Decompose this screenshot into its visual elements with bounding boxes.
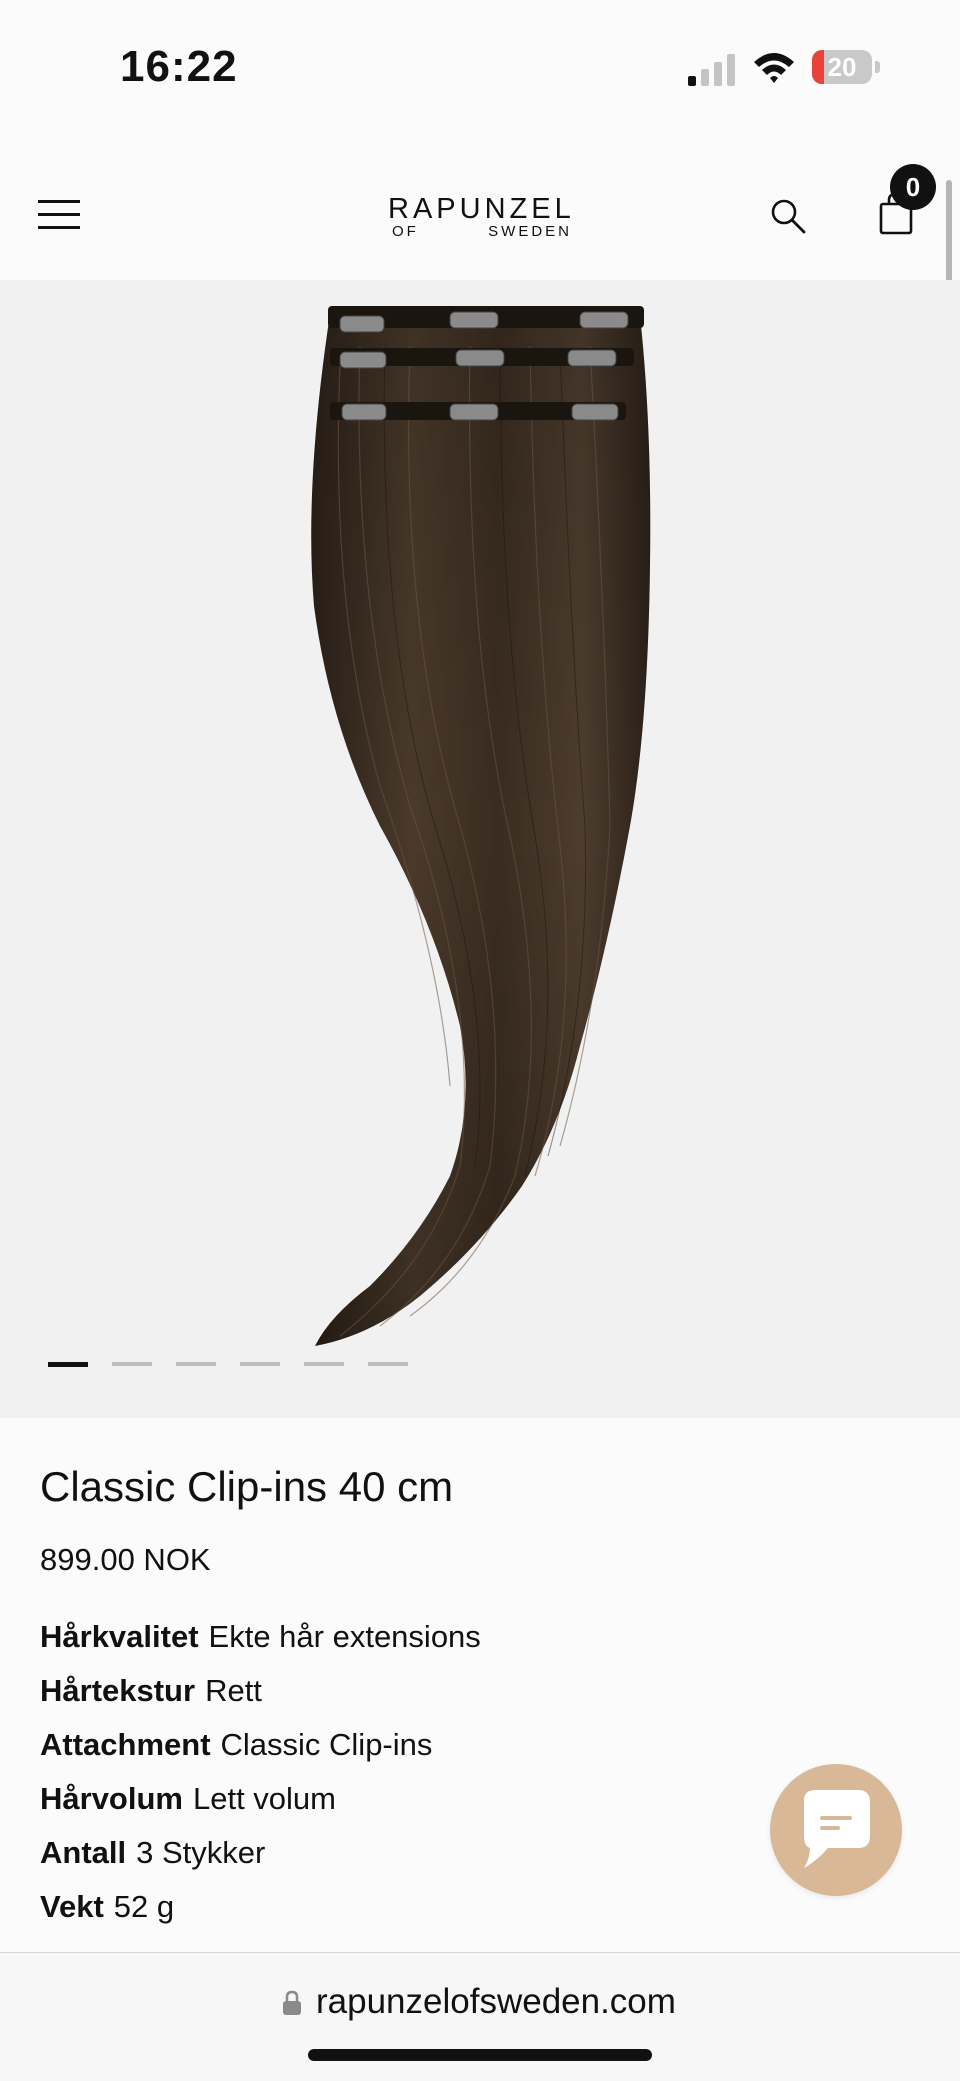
spec-label: Vekt — [40, 1889, 104, 1924]
spec-value: Lett volum — [192, 1781, 336, 1816]
battery-percent: 20 — [827, 52, 857, 82]
spec-label: Attachment — [40, 1727, 211, 1762]
lock-icon — [283, 1990, 301, 2015]
spec-label: Hårvolum — [40, 1781, 183, 1816]
product-title: Classic Clip-ins 40 cm — [40, 1463, 454, 1510]
spec-label: Hårkvalitet — [40, 1619, 199, 1654]
gallery-pagination — [48, 1362, 408, 1368]
status-time: 16:22 — [120, 42, 238, 91]
menu-icon-line — [38, 200, 80, 203]
gallery-dot[interactable] — [304, 1362, 344, 1366]
product-price: 899.00 NOK — [40, 1542, 211, 1577]
spec-value: Ekte hår extensions — [208, 1619, 481, 1654]
battery-body: 20 — [812, 50, 872, 84]
cellular-signal-icon — [688, 54, 735, 86]
spec-label: Hårtekstur — [40, 1673, 196, 1708]
menu-icon-line — [38, 226, 80, 229]
gallery-dot[interactable] — [176, 1362, 216, 1366]
gallery-dot[interactable] — [368, 1362, 408, 1366]
logo-sub-right: SWEDEN — [488, 223, 572, 240]
chat-bubble-icon — [804, 1790, 870, 1868]
home-indicator[interactable] — [308, 2049, 652, 2061]
spec-row: Hårtekstur Rett — [40, 1664, 920, 1718]
site-header: RAPUNZEL OF SWEDEN 0 — [0, 140, 960, 280]
logo-sub-text: OF SWEDEN — [388, 224, 572, 240]
gallery-dot[interactable] — [48, 1362, 88, 1367]
logo-sub-left: OF — [392, 223, 419, 240]
product-image-hair-extension[interactable] — [260, 306, 680, 1366]
brand-logo[interactable]: RAPUNZEL OF SWEDEN — [388, 194, 572, 244]
gallery-dot[interactable] — [112, 1362, 152, 1366]
spec-value: 3 Stykker — [136, 1835, 266, 1870]
browser-url-bar: rapunzelofsweden.com — [0, 1952, 960, 2081]
spec-row: Hårkvalitet Ekte hår extensions — [40, 1610, 920, 1664]
status-bar: 16:22 20 — [0, 0, 960, 140]
battery-indicator: 20 — [812, 50, 882, 86]
url-text[interactable]: rapunzelofsweden.com — [316, 1979, 676, 2025]
battery-cap — [875, 61, 880, 73]
chat-button[interactable] — [770, 1764, 902, 1896]
menu-button[interactable] — [38, 200, 80, 230]
search-icon[interactable] — [768, 196, 808, 236]
gallery-dot[interactable] — [240, 1362, 280, 1366]
logo-main-text: RAPUNZEL — [388, 193, 575, 225]
product-gallery[interactable] — [0, 280, 960, 1418]
spec-value: 52 g — [113, 1889, 175, 1924]
clip-wefts — [328, 306, 644, 421]
menu-icon-line — [38, 213, 80, 216]
spec-value: Rett — [205, 1673, 262, 1708]
wifi-icon — [754, 53, 794, 83]
product-page: 16:22 20 RAPUNZEL OF SWEDEN 0 Classic Cl… — [0, 0, 960, 2081]
spec-label: Antall — [40, 1835, 127, 1870]
spec-value: Classic Clip-ins — [220, 1727, 433, 1762]
cart-count-badge[interactable]: 0 — [890, 164, 936, 210]
